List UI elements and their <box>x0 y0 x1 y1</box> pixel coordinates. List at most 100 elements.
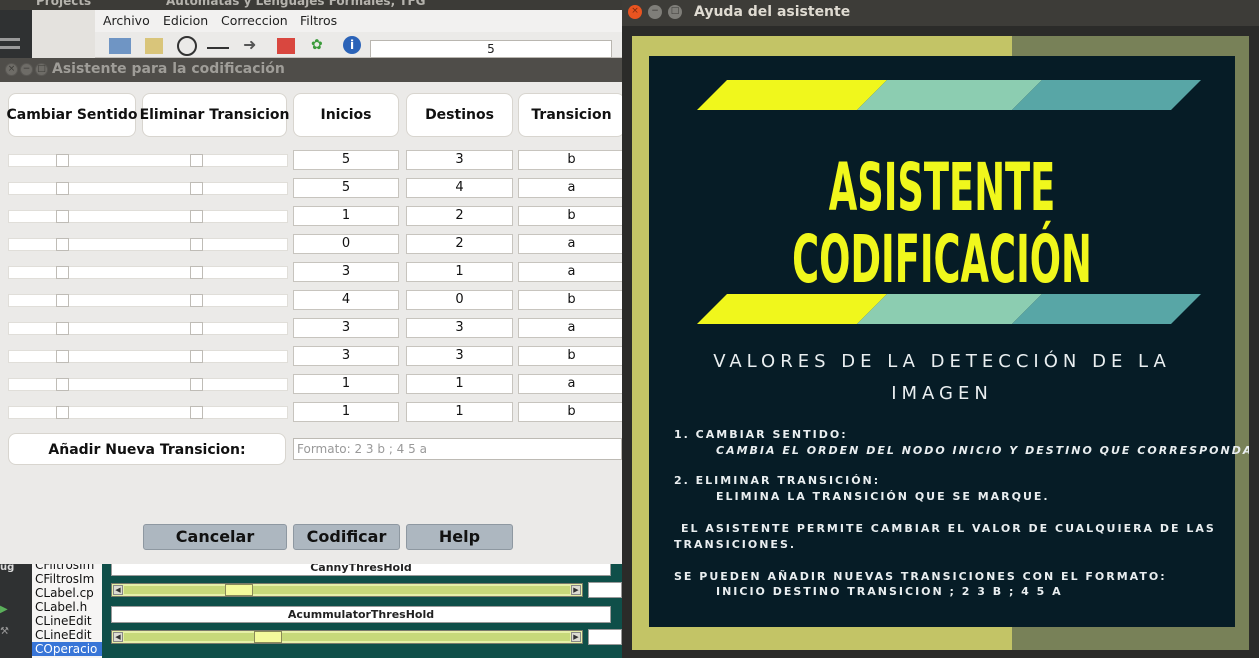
eliminar-transicion-checkbox[interactable] <box>190 350 203 363</box>
cambiar-sentido-checkbox[interactable] <box>56 322 69 335</box>
transition-table: 53b54a12b02a31a40b33a33b11a11b <box>0 82 625 422</box>
inicio-cell[interactable]: 4 <box>293 290 399 310</box>
destino-cell[interactable]: 3 <box>406 150 513 170</box>
slider-right-arrow-icon[interactable]: ▶ <box>571 632 581 642</box>
slider-knob[interactable] <box>224 584 253 596</box>
accumulator-value-box[interactable] <box>588 629 622 645</box>
cambiar-sentido-checkbox[interactable] <box>56 266 69 279</box>
file-item[interactable]: CLineEdit <box>32 628 102 642</box>
slider-left-arrow-icon[interactable]: ◀ <box>113 585 123 595</box>
eliminar-transicion-checkbox[interactable] <box>190 294 203 307</box>
file-item-selected[interactable]: COperacio <box>32 642 102 656</box>
wizard-body: Cambiar Sentido Eliminar Transicion Inic… <box>0 82 625 564</box>
add-transition-input[interactable]: Formato: 2 3 b ; 4 5 a <box>293 438 622 460</box>
transicion-cell[interactable]: b <box>518 290 625 310</box>
cambiar-sentido-checkbox[interactable] <box>56 238 69 251</box>
slider-left-arrow-icon[interactable]: ◀ <box>113 632 123 642</box>
menu-filtros[interactable]: Filtros <box>300 13 337 28</box>
destino-cell[interactable]: 2 <box>406 206 513 226</box>
destino-cell[interactable]: 3 <box>406 346 513 366</box>
destino-cell[interactable]: 2 <box>406 234 513 254</box>
slider-right-arrow-icon[interactable]: ▶ <box>571 585 581 595</box>
inicio-cell[interactable]: 1 <box>293 206 399 226</box>
transicion-cell[interactable]: b <box>518 150 625 170</box>
info-icon[interactable]: i <box>343 36 361 54</box>
inicio-cell[interactable]: 3 <box>293 346 399 366</box>
maximize-icon[interactable]: □ <box>668 5 682 19</box>
inicio-cell[interactable]: 1 <box>293 374 399 394</box>
eliminar-transicion-checkbox[interactable] <box>190 406 203 419</box>
file-item[interactable]: CLabel.cp <box>32 586 102 600</box>
inicio-cell[interactable]: 0 <box>293 234 399 254</box>
eliminar-transicion-checkbox[interactable] <box>190 322 203 335</box>
spin-input[interactable]: 5 <box>370 40 612 58</box>
graph-icon[interactable] <box>277 38 295 54</box>
cambiar-sentido-checkbox[interactable] <box>56 154 69 167</box>
help-subtitle: VALORES DE LA DETECCIÓN DE LA IMAGEN <box>649 346 1235 410</box>
encode-button[interactable]: Codificar <box>293 524 400 550</box>
destino-cell[interactable]: 4 <box>406 178 513 198</box>
canny-threshold-slider[interactable]: ◀ ▶ <box>111 583 583 597</box>
accumulator-threshold-slider[interactable]: ◀ ▶ <box>111 630 583 644</box>
inicio-cell[interactable]: 3 <box>293 318 399 338</box>
line-icon[interactable] <box>207 47 229 49</box>
opencv-icon[interactable]: ✿ <box>311 38 333 54</box>
file-item[interactable]: CLineEdit <box>32 614 102 628</box>
eliminar-transicion-checkbox[interactable] <box>190 182 203 195</box>
destino-cell[interactable]: 1 <box>406 402 513 422</box>
cancel-button[interactable]: Cancelar <box>143 524 287 550</box>
folder-icon[interactable] <box>145 38 163 54</box>
minimize-icon[interactable]: − <box>20 63 33 76</box>
row-background <box>8 322 288 335</box>
transicion-cell[interactable]: a <box>518 262 625 282</box>
eliminar-transicion-checkbox[interactable] <box>190 266 203 279</box>
cambiar-sentido-checkbox[interactable] <box>56 350 69 363</box>
close-icon[interactable]: × <box>5 63 18 76</box>
inicio-cell[interactable]: 3 <box>293 262 399 282</box>
transicion-cell[interactable]: b <box>518 346 625 366</box>
transicion-cell[interactable]: b <box>518 206 625 226</box>
cambiar-sentido-checkbox[interactable] <box>56 378 69 391</box>
help-button[interactable]: Help <box>406 524 513 550</box>
menu-correccion[interactable]: Correccion <box>221 13 288 28</box>
transicion-cell[interactable]: b <box>518 402 625 422</box>
inicio-cell[interactable]: 5 <box>293 178 399 198</box>
eliminar-transicion-checkbox[interactable] <box>190 154 203 167</box>
destino-cell[interactable]: 1 <box>406 374 513 394</box>
eliminar-transicion-checkbox[interactable] <box>190 210 203 223</box>
arrow-icon[interactable]: ➜ <box>243 37 265 54</box>
destino-cell[interactable]: 1 <box>406 262 513 282</box>
run-icon[interactable]: ▶ <box>0 604 8 615</box>
transicion-cell[interactable]: a <box>518 374 625 394</box>
row-background <box>8 350 288 363</box>
transicion-cell[interactable]: a <box>518 234 625 254</box>
close-icon[interactable]: × <box>628 5 642 19</box>
destino-cell[interactable]: 3 <box>406 318 513 338</box>
cambiar-sentido-checkbox[interactable] <box>56 182 69 195</box>
maximize-icon[interactable]: □ <box>35 63 48 76</box>
eliminar-transicion-checkbox[interactable] <box>190 238 203 251</box>
cambiar-sentido-checkbox[interactable] <box>56 210 69 223</box>
inicio-cell[interactable]: 1 <box>293 402 399 422</box>
row-background <box>8 266 288 279</box>
image-icon[interactable] <box>109 38 131 54</box>
cambiar-sentido-checkbox[interactable] <box>56 294 69 307</box>
menu-archivo[interactable]: Archivo <box>103 13 150 28</box>
file-item[interactable]: CFiltrosIm <box>32 572 102 586</box>
help-window: × − □ Ayuda del asistente ASISTENTE CODI… <box>622 0 1259 658</box>
transicion-cell[interactable]: a <box>518 178 625 198</box>
destino-cell[interactable]: 0 <box>406 290 513 310</box>
subtitle-line: VALORES DE LA DETECCIÓN DE LA <box>713 351 1171 372</box>
file-item[interactable]: CLabel.h <box>32 600 102 614</box>
inicio-cell[interactable]: 5 <box>293 150 399 170</box>
menu-edicion[interactable]: Edicion <box>163 13 208 28</box>
slider-knob[interactable] <box>254 631 283 643</box>
transicion-cell[interactable]: a <box>518 318 625 338</box>
canny-value-box[interactable] <box>588 582 622 598</box>
circle-icon[interactable] <box>177 36 197 56</box>
build-icon[interactable]: ⚒ <box>0 626 9 637</box>
cambiar-sentido-checkbox[interactable] <box>56 406 69 419</box>
eliminar-transicion-checkbox[interactable] <box>190 378 203 391</box>
minimize-icon[interactable]: − <box>648 5 662 19</box>
help-titlebar: × − □ Ayuda del asistente <box>622 0 1259 26</box>
